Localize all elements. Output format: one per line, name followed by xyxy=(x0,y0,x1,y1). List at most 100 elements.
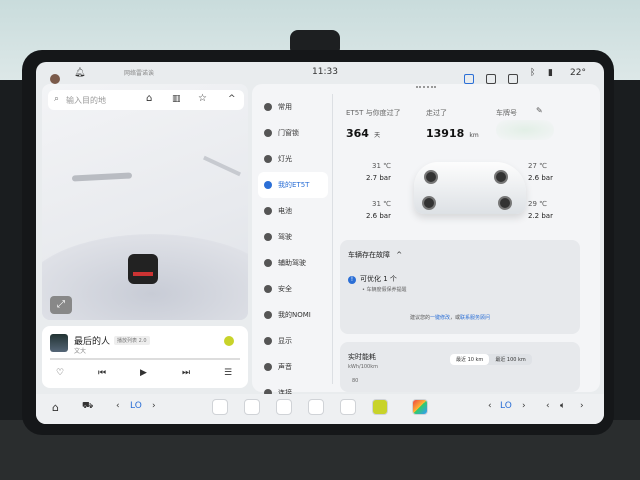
tire-rl-temp: 31 ℃ xyxy=(372,200,391,208)
signal-icon: ▮ xyxy=(548,68,553,78)
sidebar-item-label: 灯光 xyxy=(278,155,292,163)
seat-heat-icon[interactable] xyxy=(212,399,228,415)
map-panel[interactable]: ⌕ 输入目的地 ⌂ ▥ ☆ ^ ⤢ xyxy=(42,84,248,320)
sidebar-item-common[interactable]: 常用 xyxy=(258,94,328,120)
vehicle-settings-panel: 常用 门窗锁 灯光 我的ET5T 电池 驾驶 辅助驾驶 安全 我的NOMI 显示… xyxy=(252,84,600,397)
car-icon xyxy=(264,181,272,189)
light-icon xyxy=(264,155,272,163)
sidebar-item-label: 我的NOMI xyxy=(278,311,311,319)
bluetooth-icon[interactable]: ᛒ xyxy=(530,68,535,78)
star-icon[interactable]: ☆ xyxy=(198,93,207,104)
drag-handle[interactable] xyxy=(416,86,436,90)
sidebar-item-battery[interactable]: 电池 xyxy=(258,198,328,224)
plate-label: 车牌号 xyxy=(496,109,517,117)
sidebar-item-label: 我的ET5T xyxy=(278,181,310,189)
phone-icon[interactable] xyxy=(308,399,324,415)
edit-icon[interactable]: ✎ xyxy=(536,106,543,115)
song-artist: 文大 xyxy=(74,348,87,355)
sidebar-item-my-nomi[interactable]: 我的NOMI xyxy=(258,302,328,328)
seat-icon[interactable] xyxy=(340,399,356,415)
volume-up-icon[interactable]: › xyxy=(580,401,584,411)
music-app-icon[interactable] xyxy=(372,399,388,415)
tire-fr-pressure: 2.6 bar xyxy=(528,174,553,182)
sidebar-item-label: 电池 xyxy=(278,207,292,215)
energy-title: 实时能耗 xyxy=(348,353,376,361)
vehicle-overview: ET5T 与你度过了 364 天 走过了 13918 km 车牌号 ✎ 31 ℃… xyxy=(340,92,596,392)
previous-icon[interactable]: ⏮ xyxy=(98,368,106,378)
bell-icon[interactable]: 🔔︎ xyxy=(74,68,85,78)
home-icon[interactable]: ⌂ xyxy=(146,93,152,104)
nomi-icon xyxy=(264,311,272,319)
fan-icon[interactable] xyxy=(276,399,292,415)
sidebar-item-driving[interactable]: 驾驶 xyxy=(258,224,328,250)
tab-10km[interactable]: 最近 10 km xyxy=(450,354,490,365)
song-progress[interactable] xyxy=(50,358,240,360)
right-temp-up[interactable]: › xyxy=(522,401,526,411)
speaker-icon[interactable]: 🔈︎ xyxy=(560,401,565,411)
source-icon[interactable] xyxy=(224,336,234,346)
home-icon[interactable]: ⌂ xyxy=(52,401,59,414)
battery-icon xyxy=(264,207,272,215)
collapse-icon[interactable]: ^ xyxy=(228,94,236,104)
cabin-temperature[interactable]: 22° xyxy=(570,68,586,78)
map-search-bar: ⌕ 输入目的地 ⌂ ▥ ☆ ^ xyxy=(48,90,244,110)
energy-card: 实时能耗 kWh/100km 80 最近 10 km 最近 100 km xyxy=(340,342,580,392)
defrost-icon[interactable] xyxy=(244,399,260,415)
tire-fr-temp: 27 ℃ xyxy=(528,162,547,170)
left-temp-up[interactable]: › xyxy=(152,401,156,411)
sidebar-item-doors-locks[interactable]: 门窗锁 xyxy=(258,120,328,146)
shield-icon xyxy=(264,285,272,293)
sidebar-item-lights[interactable]: 灯光 xyxy=(258,146,328,172)
music-player[interactable]: 最后的人 播放列表 2.0 文大 ♡ ⏮ ▶ ⏭ ☰ xyxy=(42,326,248,388)
contact-advisor-link[interactable]: 联系服务顾问 xyxy=(460,315,490,321)
play-icon[interactable]: ▶ xyxy=(140,368,147,378)
car-icon[interactable]: ⛟︎ xyxy=(82,401,93,412)
clock: 11:33 xyxy=(312,67,338,77)
destination-input[interactable]: 输入目的地 xyxy=(66,95,106,106)
like-icon[interactable]: ♡ xyxy=(56,368,64,378)
status-bar: 🔔︎ 网络雷诺诶 11:33 ᛒ ▮ 22° xyxy=(36,62,604,84)
vehicle-image xyxy=(414,162,526,214)
apps-icon[interactable] xyxy=(412,399,428,415)
network-text: 网络雷诺诶 xyxy=(124,70,155,77)
left-temperature[interactable]: LO xyxy=(130,401,142,411)
sidebar-item-assisted-driving[interactable]: 辅助驾驶 xyxy=(258,250,328,276)
map-cloud xyxy=(203,155,241,177)
office-icon[interactable]: ▥ xyxy=(172,94,181,104)
sidebar-item-label: 声音 xyxy=(278,363,292,371)
sidebar-item-safety[interactable]: 安全 xyxy=(258,276,328,302)
sidebar-item-label: 安全 xyxy=(278,285,292,293)
sidebar-item-label: 门窗锁 xyxy=(278,129,299,137)
wheel xyxy=(422,196,436,210)
sidebar-item-my-et5t[interactable]: 我的ET5T xyxy=(258,172,328,198)
days-value: 364 天 xyxy=(346,127,381,140)
playlist-icon[interactable]: ☰ xyxy=(224,368,232,378)
bottom-dock: ⌂ ⛟︎ ‹ LO › ‹ LO › ‹ 🔈︎ › xyxy=(36,394,604,424)
days-label: ET5T 与你度过了 xyxy=(346,109,401,117)
distance-value: 13918 km xyxy=(426,127,479,140)
fault-title[interactable]: 车辆存在故障 ^ xyxy=(348,250,402,260)
sidebar-item-display[interactable]: 显示 xyxy=(258,328,328,354)
info-icon: ! xyxy=(348,276,356,284)
chevron-up-icon: ^ xyxy=(396,251,403,259)
assist-icon xyxy=(264,259,272,267)
next-icon[interactable]: ⏭ xyxy=(182,368,190,378)
sidebar-item-label: 显示 xyxy=(278,337,292,345)
tab-100km[interactable]: 最近 100 km xyxy=(489,354,532,365)
tire-rr-pressure: 2.2 bar xyxy=(528,212,553,220)
sidebar-divider xyxy=(332,94,333,384)
display-icon xyxy=(264,337,272,345)
right-temperature[interactable]: LO xyxy=(500,401,512,411)
one-click-fix-link[interactable]: 一键修改 xyxy=(430,315,450,321)
right-temp-down[interactable]: ‹ xyxy=(488,401,492,411)
left-temp-down[interactable]: ‹ xyxy=(116,401,120,411)
fullscreen-icon[interactable]: ⤢ xyxy=(50,296,72,314)
sidebar-item-sound[interactable]: 声音 xyxy=(258,354,328,380)
infotainment-screen: 🔔︎ 网络雷诺诶 11:33 ᛒ ▮ 22° ⌕ 输入目的地 ⌂ ▥ ☆ ^ ⤢… xyxy=(36,62,604,424)
volume-down-icon[interactable]: ‹ xyxy=(546,401,550,411)
fault-item[interactable]: ! 可优化 1 个 xyxy=(348,274,397,284)
fault-sub-item: • 车辆度假保养提醒 xyxy=(362,287,407,293)
tire-rl-pressure: 2.6 bar xyxy=(366,212,391,220)
fault-advice: 建议您的一键修改，或联系服务顾问 xyxy=(410,315,491,321)
speaker-icon xyxy=(264,363,272,371)
